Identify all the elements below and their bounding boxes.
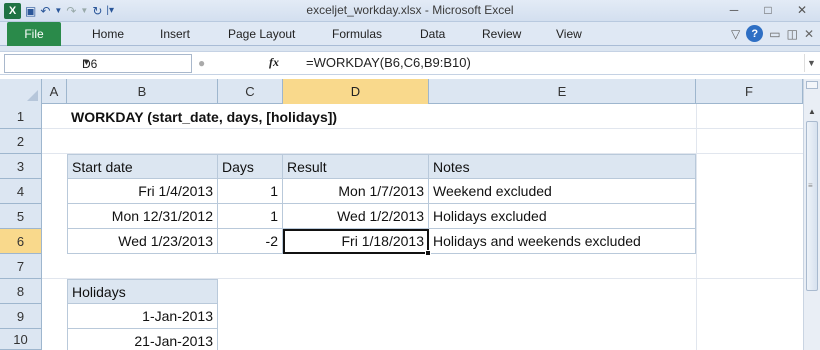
tab-file[interactable]: File	[7, 22, 61, 46]
row-header-1[interactable]: 1	[0, 104, 42, 129]
row-header-4[interactable]: 4	[0, 179, 42, 204]
header-notes[interactable]: Notes	[429, 154, 696, 179]
header-start-date[interactable]: Start date	[67, 154, 218, 179]
ribbon-right-controls: ▽ ? ▭ ◫ ✕	[731, 25, 814, 42]
row-header-7[interactable]: 7	[0, 254, 42, 279]
holiday-cell[interactable]: 21-Jan-2013	[67, 329, 218, 350]
vertical-scrollbar[interactable]: ▲ ≡	[803, 79, 820, 350]
column-header-a[interactable]: A	[42, 79, 67, 104]
split-handle[interactable]	[806, 81, 818, 89]
formula-input[interactable]: =WORKDAY(B6,C6,B9:B10)	[306, 55, 471, 70]
column-header-f[interactable]: F	[696, 79, 803, 104]
chevron-down-icon[interactable]: ▼	[82, 57, 188, 67]
formula-bar-resize-icon[interactable]: ●	[198, 56, 205, 70]
tab-insert[interactable]: Insert	[160, 27, 190, 41]
tab-home[interactable]: Home	[92, 27, 124, 41]
title-bar: X ▣ ↶ ▼ ↷ ▼ ↻ |▾ exceljet_workday.xlsx -…	[0, 0, 820, 22]
table-cell[interactable]: Mon 12/31/2012	[67, 204, 218, 229]
row-header-2[interactable]: 2	[0, 129, 42, 154]
table-cell[interactable]: 1	[218, 204, 283, 229]
tab-data[interactable]: Data	[420, 27, 445, 41]
tab-formulas[interactable]: Formulas	[332, 27, 382, 41]
expand-formula-bar-icon[interactable]: ▼	[804, 54, 818, 72]
row-header-9[interactable]: 9	[0, 304, 42, 329]
gridline	[696, 104, 697, 350]
row-header-8[interactable]: 8	[0, 279, 42, 304]
column-header-b[interactable]: B	[67, 79, 218, 104]
column-headers: A B C D E F	[0, 79, 820, 104]
formula-bar: D6 ▼ ● fx =WORKDAY(B6,C6,B9:B10) ▼	[0, 51, 820, 75]
table-cell[interactable]: Holidays excluded	[429, 204, 696, 229]
row-header-3[interactable]: 3	[0, 154, 42, 179]
insert-function-icon[interactable]: fx	[269, 55, 279, 70]
table-cell[interactable]: Wed 1/2/2013	[283, 204, 429, 229]
tab-view[interactable]: View	[556, 27, 582, 41]
tab-review[interactable]: Review	[482, 27, 521, 41]
fill-handle[interactable]	[425, 250, 431, 256]
column-header-c[interactable]: C	[218, 79, 283, 104]
table-cell[interactable]: 1	[218, 179, 283, 204]
sheet-title[interactable]: WORKDAY (start_date, days, [holidays])	[67, 104, 467, 129]
minimize-icon[interactable]: ─	[722, 1, 746, 19]
table-cell[interactable]: -2	[218, 229, 283, 254]
grip-icon: ≡	[808, 181, 813, 190]
minimize-ribbon-icon[interactable]: ▽	[731, 27, 740, 41]
table-cell[interactable]: Holidays and weekends excluded	[429, 229, 696, 254]
workbook-minimize-icon[interactable]: ▭	[769, 27, 780, 41]
row-header-10[interactable]: 10	[0, 329, 42, 350]
holiday-cell[interactable]: 1-Jan-2013	[67, 304, 218, 329]
restore-icon[interactable]: □	[756, 1, 780, 19]
table-cell[interactable]: Mon 1/7/2013	[283, 179, 429, 204]
column-header-d[interactable]: D	[283, 79, 429, 104]
select-all-corner[interactable]	[0, 79, 42, 104]
workbook-close-icon[interactable]: ✕	[804, 27, 814, 41]
row-header-6[interactable]: 6	[0, 229, 42, 254]
name-box[interactable]: D6 ▼	[4, 54, 192, 73]
table-cell[interactable]: Weekend excluded	[429, 179, 696, 204]
window-title: exceljet_workday.xlsx - Microsoft Excel	[306, 3, 514, 17]
close-icon[interactable]: ✕	[790, 1, 814, 19]
header-days[interactable]: Days	[218, 154, 283, 179]
column-header-e[interactable]: E	[429, 79, 696, 104]
ribbon-tabs: File Home Insert Page Layout Formulas Da…	[0, 22, 820, 46]
help-icon[interactable]: ?	[746, 25, 764, 42]
scroll-thumb[interactable]	[806, 121, 818, 291]
header-holidays[interactable]: Holidays	[67, 279, 218, 304]
worksheet-grid: A B C D E F 1 2 3 4 5 6 7 8 9 10 WORKDAY…	[0, 79, 820, 350]
row-header-5[interactable]: 5	[0, 204, 42, 229]
table-cell[interactable]: Wed 1/23/2013	[67, 229, 218, 254]
scroll-up-icon[interactable]: ▲	[804, 104, 820, 120]
workbook-restore-icon[interactable]: ◫	[787, 27, 798, 41]
active-cell[interactable]: Fri 1/18/2013	[283, 229, 429, 254]
table-cell[interactable]: Fri 1/4/2013	[67, 179, 218, 204]
header-result[interactable]: Result	[283, 154, 429, 179]
tab-page-layout[interactable]: Page Layout	[228, 27, 295, 41]
window-controls: ─ □ ✕	[722, 1, 814, 19]
